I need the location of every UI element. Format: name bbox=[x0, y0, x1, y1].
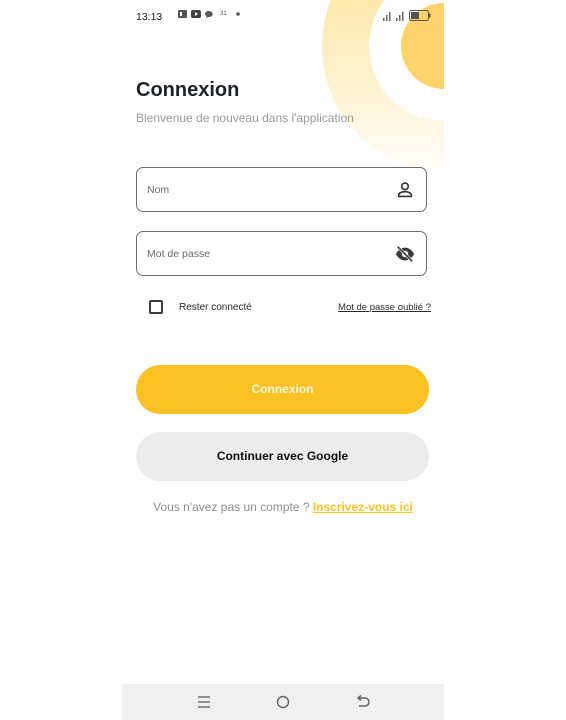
eye-off-icon[interactable] bbox=[394, 243, 416, 265]
name-input[interactable] bbox=[147, 168, 377, 211]
name-field[interactable] bbox=[136, 167, 427, 212]
system-navigation-bar bbox=[122, 684, 444, 720]
page-title: Connexion bbox=[136, 79, 240, 101]
signup-row: Vous n'avez pas un compte ? Inscrivez-vo… bbox=[122, 500, 444, 514]
forgot-password-link[interactable]: Mot de passe oublié ? bbox=[338, 302, 431, 313]
password-field[interactable] bbox=[136, 231, 427, 276]
recent-apps-icon[interactable] bbox=[194, 692, 214, 712]
back-icon[interactable] bbox=[353, 692, 373, 712]
remember-row: Rester connecté Mot de passe oublié ? bbox=[149, 299, 431, 319]
remember-label[interactable]: Rester connecté bbox=[179, 302, 252, 313]
battery-icon bbox=[409, 10, 431, 21]
signup-prompt: Vous n'avez pas un compte ? bbox=[153, 500, 313, 514]
status-notification-icons: 31 bbox=[178, 10, 241, 18]
sim-icon bbox=[178, 10, 187, 18]
google-signin-button[interactable]: Continuer avec Google bbox=[136, 432, 429, 481]
login-button[interactable]: Connexion bbox=[136, 365, 429, 414]
remember-checkbox[interactable] bbox=[149, 300, 163, 314]
signup-link[interactable]: Inscrivez-vous ici bbox=[313, 500, 413, 514]
person-icon bbox=[397, 182, 413, 198]
password-input[interactable] bbox=[147, 232, 377, 275]
phone-screen: 13:13 31 Connexion Bienvenue de nouveau … bbox=[122, 0, 444, 720]
youtube-icon bbox=[191, 10, 201, 18]
status-bar: 13:13 31 bbox=[122, 0, 444, 34]
chat-icon bbox=[205, 11, 213, 18]
page-subtitle: Bienvenue de nouveau dans l'application bbox=[136, 111, 354, 125]
status-time: 13:13 bbox=[136, 11, 163, 23]
home-icon[interactable] bbox=[273, 692, 293, 712]
calendar-icon: 31 bbox=[220, 11, 227, 17]
dot-icon bbox=[235, 12, 240, 16]
